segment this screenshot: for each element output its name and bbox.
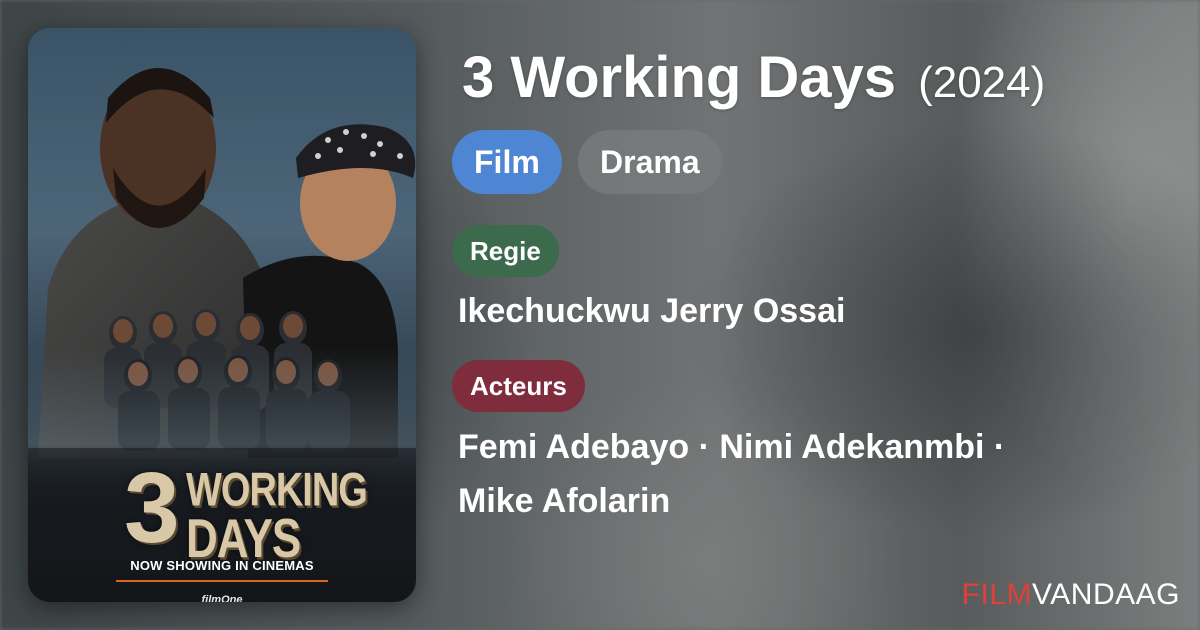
genre-chip[interactable]: Drama: [578, 130, 722, 194]
movie-poster[interactable]: 3 WORKING DAYS NOW SHOWING IN CINEMAS fi…: [28, 28, 416, 602]
cast-label: Acteurs: [452, 360, 585, 412]
movie-title: 3 Working Days: [462, 45, 897, 110]
type-chip[interactable]: Film: [452, 130, 562, 194]
director-label: Regie: [452, 225, 559, 277]
cast-line-2: Mike Afolarin: [458, 482, 671, 520]
filmvandaag-logo[interactable]: FILMVANDAAG: [962, 578, 1180, 612]
cast-line-1: Femi Adebayo · Nimi Adekanmbi ·: [458, 428, 1006, 466]
movie-year: (2024): [918, 58, 1046, 107]
director-name: Ikechuckwu Jerry Ossai: [458, 292, 846, 330]
poster-number: 3: [124, 452, 180, 564]
distributor-logo: filmOne: [201, 594, 243, 602]
poster-divider: [116, 580, 328, 582]
brand-part-film: FILM: [961, 578, 1033, 611]
poster-title-logo: 3 WORKING DAYS: [124, 452, 368, 569]
brand-part-vandaag: VANDAAG: [1032, 578, 1180, 611]
title-row: 3 Working Days (2024): [462, 44, 1046, 110]
poster-tagline: NOW SHOWING IN CINEMAS: [130, 558, 314, 573]
